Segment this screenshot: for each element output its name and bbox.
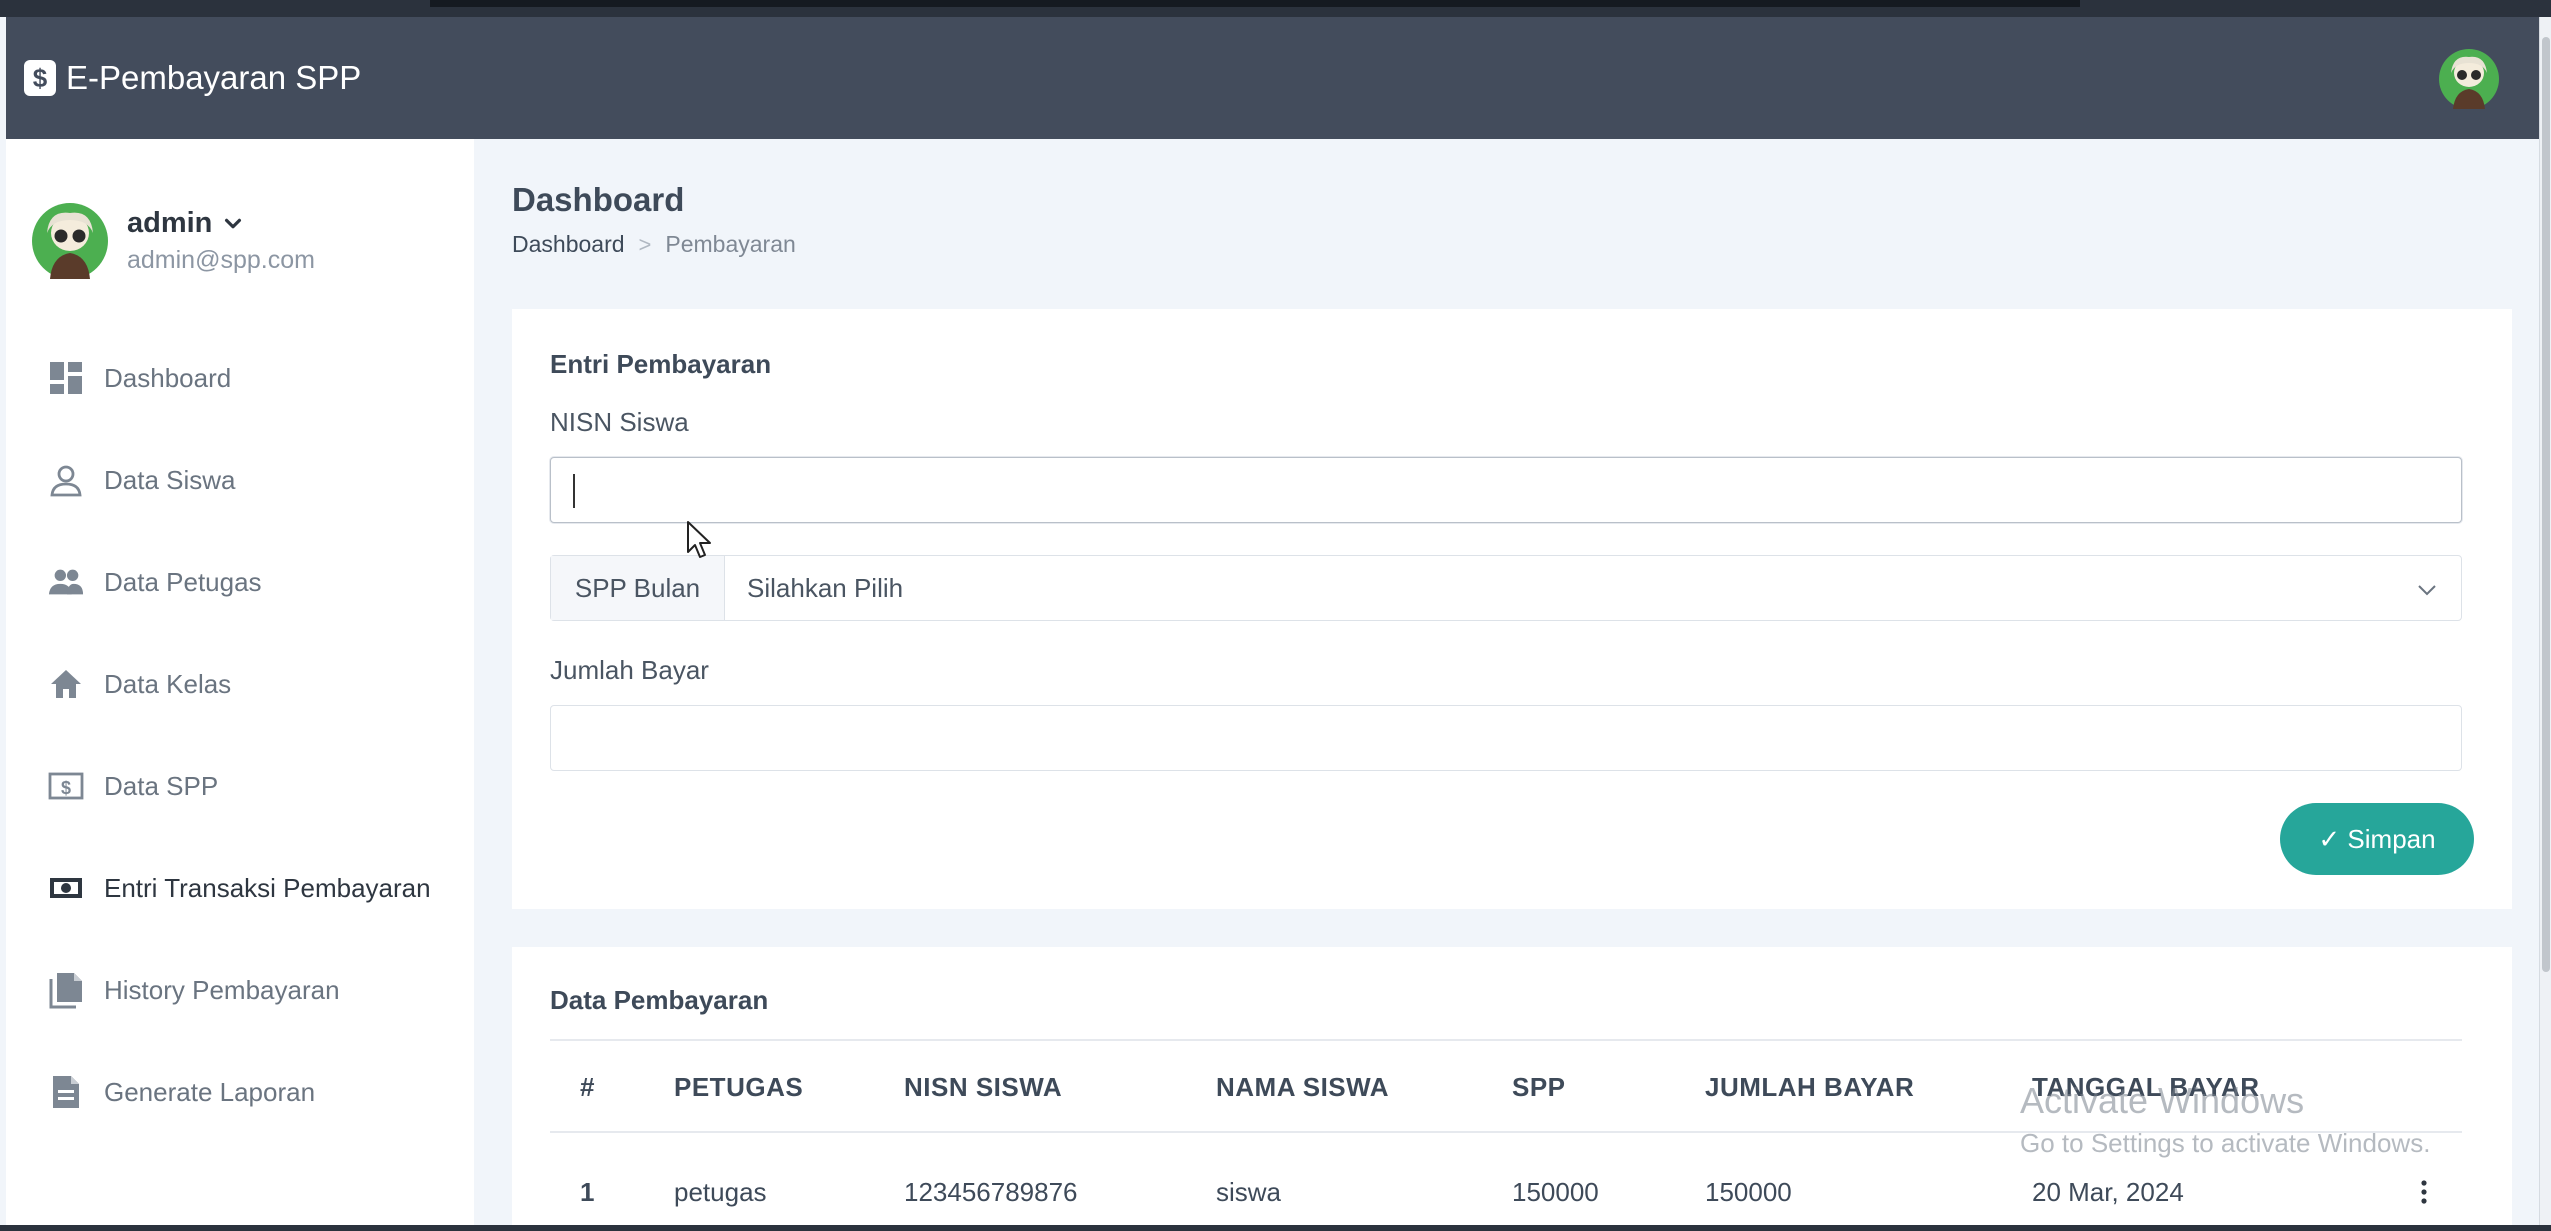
window-top-strip <box>0 0 2551 17</box>
sidebar-item-history[interactable]: History Pembayaran <box>6 939 474 1041</box>
person-icon <box>48 462 84 498</box>
nisn-input[interactable] <box>550 457 2462 523</box>
spp-bulan-selected: Silahkan Pilih <box>747 572 904 603</box>
chevron-down-icon <box>2418 585 2436 596</box>
user-name-toggle[interactable]: admin <box>127 207 315 240</box>
dollar-logo-icon: $ <box>24 60 56 96</box>
spp-bulan-value-wrap[interactable]: Silahkan Pilih <box>725 556 2461 620</box>
sidebar-item-label: Data SPP <box>104 770 219 801</box>
home-icon <box>48 666 84 702</box>
sidebar-item-entri-transaksi[interactable]: Entri Transaksi Pembayaran <box>6 837 474 939</box>
page-title: Dashboard <box>512 181 685 218</box>
sidebar-item-label: Generate Laporan <box>104 1076 316 1107</box>
page-scrollbar[interactable] <box>2539 17 2551 1231</box>
cell-number: 1 <box>580 1177 595 1207</box>
user-avatar <box>32 203 108 279</box>
chevron-down-icon <box>225 218 242 228</box>
spp-bulan-addon: SPP Bulan <box>551 556 725 620</box>
column-header-number: # <box>580 1072 595 1102</box>
cell-jumlah: 150000 <box>1705 1177 1792 1207</box>
user-email: admin@spp.com <box>127 246 315 274</box>
dashboard-icon <box>48 360 84 396</box>
jumlah-bayar-input[interactable] <box>550 705 2462 771</box>
user-name: admin <box>127 207 213 239</box>
window-bottom-strip <box>0 1225 2551 1231</box>
files-icon <box>48 972 84 1009</box>
column-header-nama[interactable]: NAMA SISWA <box>1216 1072 1389 1103</box>
breadcrumb-current: Pembayaran <box>665 231 796 257</box>
sidebar: admin admin@spp.com Dashboard Data Siswa… <box>6 139 474 1231</box>
sidebar-item-dashboard[interactable]: Dashboard <box>6 327 474 429</box>
dollar-icon: $ <box>48 768 84 804</box>
watermark-subtitle: Go to Settings to activate Windows. <box>2020 1128 2431 1158</box>
sidebar-item-label: Dashboard <box>104 362 232 393</box>
table-header-top-divider <box>550 1039 2462 1041</box>
sidebar-item-data-siswa[interactable]: Data Siswa <box>6 429 474 531</box>
document-icon <box>48 1074 84 1110</box>
window-title-bar <box>430 0 2080 7</box>
cash-icon <box>48 870 84 906</box>
user-profile[interactable]: admin admin@spp.com <box>32 203 315 279</box>
nisn-label: NISN Siswa <box>550 407 689 437</box>
breadcrumb-home[interactable]: Dashboard <box>512 231 625 258</box>
cell-tanggal: 20 Mar, 2024 <box>2032 1177 2184 1207</box>
text-caret <box>573 474 575 508</box>
column-header-petugas[interactable]: PETUGAS <box>674 1072 803 1103</box>
main-content: Dashboard Dashboard > Pembayaran Entri P… <box>474 139 2540 1231</box>
sidebar-item-generate-laporan[interactable]: Generate Laporan <box>6 1041 474 1143</box>
cell-nama: siswa <box>1216 1177 1282 1207</box>
watermark-title: Activate Windows <box>2020 1080 2305 1121</box>
sidebar-menu: Dashboard Data Siswa Data Petugas Data K… <box>6 327 474 1143</box>
top-navbar: $ E-Pembayaran SPP <box>6 17 2539 139</box>
sidebar-item-label: Data Petugas <box>104 566 262 597</box>
people-icon <box>48 564 84 600</box>
spp-bulan-select[interactable]: SPP Bulan Silahkan Pilih <box>550 555 2462 621</box>
column-header-jumlah[interactable]: JUMLAH BAYAR <box>1705 1072 1914 1103</box>
scrollbar-thumb[interactable] <box>2542 37 2550 972</box>
sidebar-item-data-petugas[interactable]: Data Petugas <box>6 531 474 633</box>
svg-text:$: $ <box>61 778 71 798</box>
breadcrumb: Dashboard > Pembayaran <box>512 231 796 258</box>
payment-form-card: Entri Pembayaran NISN Siswa SPP Bulan Si… <box>512 309 2512 909</box>
cell-spp: 150000 <box>1512 1177 1599 1207</box>
sidebar-item-label: Entri Transaksi Pembayaran <box>104 872 431 903</box>
mouse-cursor-icon <box>687 521 711 558</box>
sidebar-item-data-kelas[interactable]: Data Kelas <box>6 633 474 735</box>
windows-activation-watermark: Activate Windows Go to Settings to activ… <box>2020 1080 2430 1159</box>
save-button[interactable]: ✓ Simpan <box>2280 803 2474 875</box>
jumlah-bayar-label: Jumlah Bayar <box>550 655 709 685</box>
column-header-spp[interactable]: SPP <box>1512 1072 1566 1103</box>
navbar-avatar[interactable] <box>2439 49 2499 109</box>
sidebar-item-label: Data Siswa <box>104 464 236 495</box>
brand[interactable]: $ E-Pembayaran SPP <box>24 59 361 97</box>
kebab-menu-icon[interactable] <box>2419 1179 2429 1205</box>
sidebar-item-data-spp[interactable]: $ Data SPP <box>6 735 474 837</box>
cell-petugas: petugas <box>674 1177 767 1207</box>
sidebar-item-label: Data Kelas <box>104 668 232 699</box>
sidebar-item-label: History Pembayaran <box>104 974 340 1005</box>
table-title: Data Pembayaran <box>550 985 769 1015</box>
column-header-nisn[interactable]: NISN SISWA <box>904 1072 1062 1103</box>
breadcrumb-separator: > <box>638 231 652 257</box>
brand-name: E-Pembayaran SPP <box>66 59 362 96</box>
form-title: Entri Pembayaran <box>550 349 772 379</box>
cell-nisn: 123456789876 <box>904 1177 1078 1207</box>
